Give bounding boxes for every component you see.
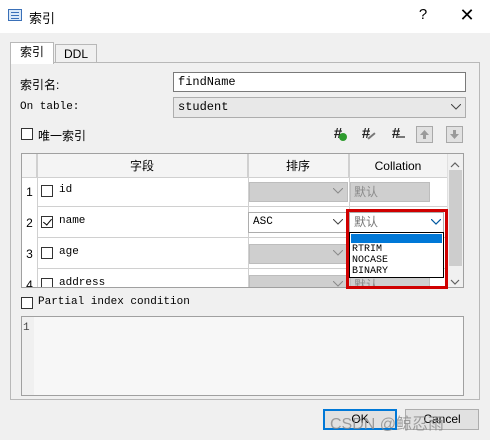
field-name: address: [59, 277, 106, 288]
row-number: 1: [26, 185, 33, 199]
row-number: 2: [26, 216, 33, 230]
close-button[interactable]: ✕: [455, 4, 479, 26]
chevron-down-icon: [333, 281, 343, 287]
unique-checkbox[interactable]: [21, 128, 33, 140]
row-checkbox[interactable]: [41, 185, 53, 197]
index-name-input[interactable]: findName: [173, 72, 466, 92]
header-sort[interactable]: 排序: [248, 154, 349, 178]
partial-condition-label: Partial index condition: [38, 296, 190, 308]
grid-scroll-thumb[interactable]: [449, 170, 462, 266]
header-collation[interactable]: Collation: [349, 154, 448, 178]
scroll-down-icon[interactable]: [450, 275, 460, 289]
grid-corner: [22, 154, 37, 178]
condition-text-area[interactable]: [34, 317, 463, 395]
header-field[interactable]: 字段: [37, 154, 248, 178]
chevron-down-icon: [333, 219, 343, 225]
line-number: 1: [23, 322, 30, 334]
partial-condition-checkbox[interactable]: [21, 297, 33, 309]
move-up-button[interactable]: [416, 126, 433, 143]
sort-select[interactable]: [249, 244, 348, 264]
row-checkbox[interactable]: [41, 247, 53, 259]
row-checkbox[interactable]: [41, 278, 53, 287]
on-table-value: student: [178, 100, 229, 114]
field-name: name: [59, 215, 86, 227]
index-name-label: 索引名:: [20, 78, 60, 92]
remove-column-icon[interactable]: #: [386, 124, 406, 144]
sort-select[interactable]: ASC: [248, 212, 348, 233]
tab-ddl[interactable]: DDL: [55, 44, 97, 63]
minus-icon: [397, 136, 405, 138]
row-number: 4: [26, 278, 33, 288]
arrow-down-icon: [450, 130, 459, 139]
unique-label: 唯一索引: [38, 129, 87, 143]
field-name: id: [59, 184, 73, 196]
highlight-annotation-box: [346, 209, 448, 289]
row-checkbox[interactable]: [41, 216, 53, 228]
row-number: 3: [26, 247, 33, 261]
chevron-down-icon: [333, 188, 343, 194]
field-name: age: [59, 246, 79, 258]
add-column-icon[interactable]: #: [328, 124, 348, 144]
plus-badge-icon: [339, 133, 347, 141]
window-title: 索引: [29, 11, 56, 26]
chevron-down-icon: [333, 250, 343, 256]
scroll-up-icon[interactable]: [450, 157, 460, 171]
sort-select[interactable]: [249, 275, 348, 287]
edit-column-icon[interactable]: #: [356, 124, 376, 144]
collation-select[interactable]: 默认: [350, 182, 430, 202]
chevron-down-icon: [451, 104, 461, 110]
help-button[interactable]: ?: [413, 5, 433, 25]
table-window-icon: [8, 9, 22, 21]
sort-select[interactable]: [249, 182, 348, 202]
on-table-select[interactable]: student: [173, 97, 466, 118]
tab-index[interactable]: 索引: [10, 42, 54, 64]
move-down-button[interactable]: [446, 126, 463, 143]
watermark: CSDN @鲸忍雨: [330, 416, 445, 433]
on-table-label: On table:: [20, 101, 80, 113]
arrow-up-icon: [420, 130, 429, 139]
